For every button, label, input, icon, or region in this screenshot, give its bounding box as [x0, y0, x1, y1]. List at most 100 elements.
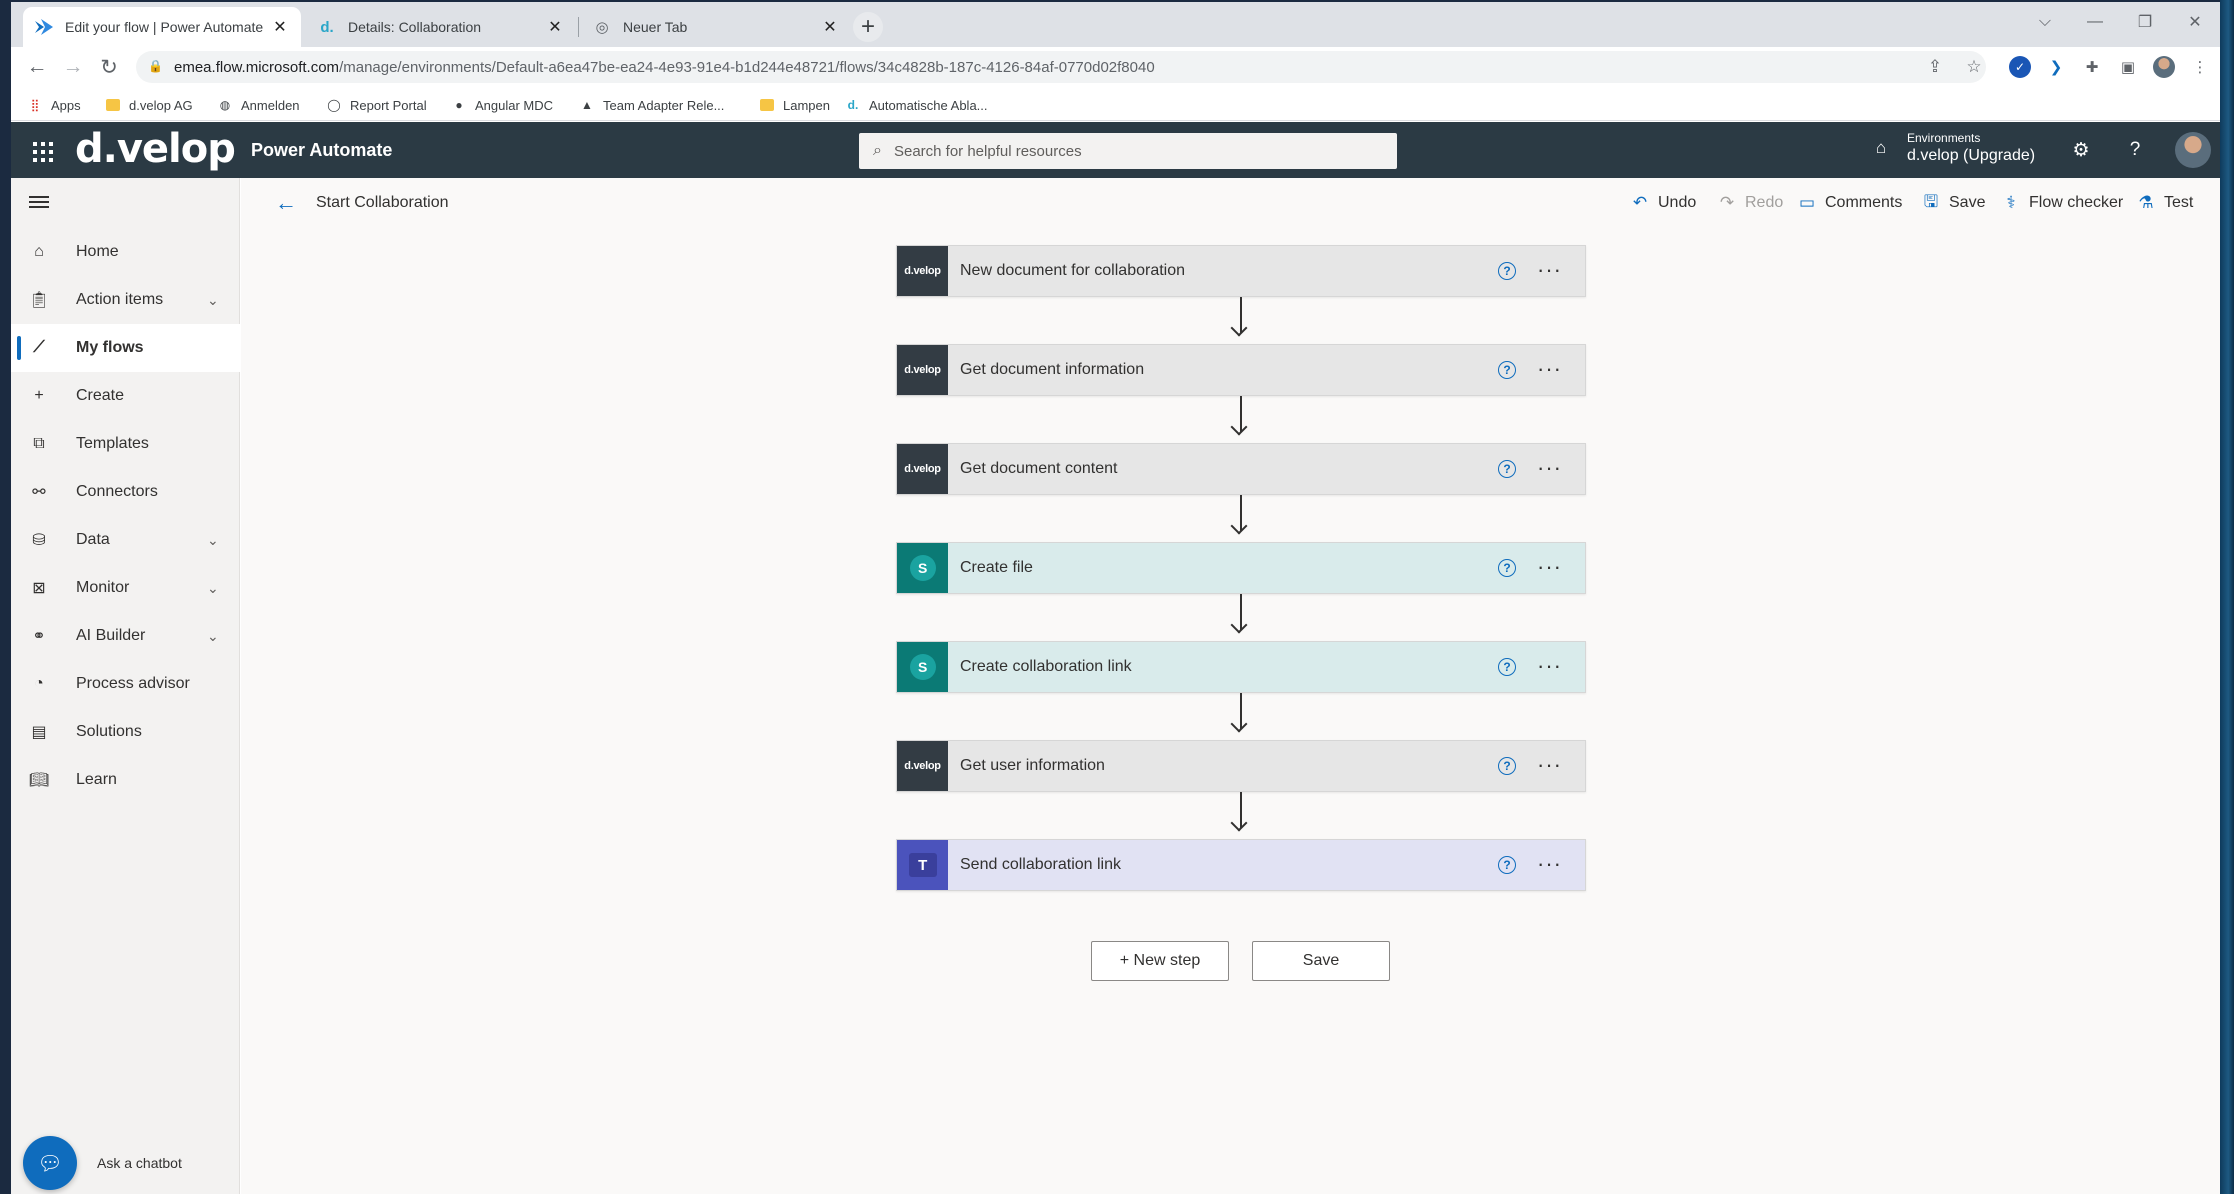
folder-icon [105, 97, 121, 113]
step-title: Send collaboration link [960, 856, 1121, 873]
restore-icon[interactable]: ❐ [2120, 2, 2170, 42]
flow-step-card[interactable]: d.velop Get document information ? ··· [896, 344, 1586, 396]
kebab-menu-icon[interactable]: ⋮ [2189, 56, 2211, 78]
test-button[interactable]: ⚗ Test [2136, 192, 2193, 214]
comments-button[interactable]: ▭ Comments [1797, 192, 1902, 214]
sidebar-icon[interactable]: ▣ [2117, 56, 2139, 78]
chevron-down-icon[interactable]: ⌄ [207, 580, 219, 597]
product-name[interactable]: Power Automate [251, 140, 392, 161]
star-icon[interactable]: ☆ [1961, 52, 1987, 82]
bookmark-angular-mdc[interactable]: ● Angular MDC [451, 94, 553, 116]
sidebar-item-ai-builder[interactable]: ⚭ AI Builder ⌄ [11, 612, 240, 660]
help-icon[interactable]: ? [1498, 658, 1516, 676]
tab-neuer-tab[interactable]: ◎ Neuer Tab ✕ [581, 7, 851, 47]
step-title: Get user information [960, 757, 1105, 774]
stethoscope-icon: ⚕ [2006, 193, 2016, 212]
sidebar-item-process-advisor[interactable]: ◔ Process advisor [11, 660, 240, 708]
tab-details-collaboration[interactable]: d. Details: Collaboration ✕ [306, 7, 576, 47]
minimize-icon[interactable]: — [2070, 2, 2120, 42]
avatar[interactable] [2175, 132, 2211, 168]
reload-icon[interactable]: ↻ [93, 51, 125, 83]
close-icon[interactable]: ✕ [546, 18, 564, 36]
sidebar-item-templates[interactable]: ⧉ Templates [11, 420, 240, 468]
more-options-icon[interactable]: ··· [1537, 851, 1562, 877]
more-options-icon[interactable]: ··· [1537, 554, 1562, 580]
help-icon[interactable]: ? [1498, 757, 1516, 775]
new-tab-button[interactable]: + [853, 12, 883, 42]
help-icon[interactable]: ? [1498, 460, 1516, 478]
check-extension-icon[interactable]: ✓ [2009, 56, 2031, 78]
help-icon[interactable]: ? [1498, 361, 1516, 379]
connector-arrow [1240, 396, 1242, 432]
back-arrow-icon[interactable]: ← [21, 51, 53, 83]
bookmark-label: Anmelden [241, 97, 300, 113]
more-options-icon[interactable]: ··· [1537, 653, 1562, 679]
flow-step-card[interactable]: d.velop New document for collaboration ?… [896, 245, 1586, 297]
chevron-down-icon[interactable]: ⌄ [207, 628, 219, 645]
help-icon[interactable]: ? [2119, 134, 2151, 166]
close-icon[interactable]: ✕ [821, 18, 839, 36]
profile-avatar[interactable] [2153, 56, 2175, 78]
chevron-down-icon[interactable]: ⌄ [207, 292, 219, 309]
window-close-icon[interactable]: ✕ [2170, 2, 2220, 42]
flow-checker-button[interactable]: ⚕ Flow checker [2001, 192, 2123, 214]
dvelop-logo-icon: d.velop [897, 246, 948, 296]
search-input[interactable]: ⌕ Search for helpful resources [859, 133, 1397, 169]
templates-icon: ⧉ [33, 435, 45, 452]
tab-edit-flow[interactable]: Edit your flow | Power Automate ✕ [23, 7, 301, 47]
bookmark-lampen[interactable]: Lampen [759, 94, 830, 116]
save-button[interactable]: Save [1252, 941, 1390, 981]
puzzle-icon[interactable]: ✚ [2081, 56, 2103, 78]
bookmark-apps[interactable]: ⣿ Apps [27, 94, 81, 116]
flow-step-card[interactable]: S Create file ? ··· [896, 542, 1586, 594]
chevron-down-icon[interactable]: ⌄ [207, 532, 219, 549]
sidebar-item-learn[interactable]: 📖︎ Learn [11, 756, 240, 804]
back-arrow-icon[interactable]: ← [275, 190, 297, 216]
tab-label: Neuer Tab [623, 19, 688, 35]
sidebar-item-monitor[interactable]: ⊠ Monitor ⌄ [11, 564, 240, 612]
flow-step-card[interactable]: d.velop Get document content ? ··· [896, 443, 1586, 495]
sidebar-item-action-items[interactable]: 📋︎ Action items ⌄ [11, 276, 240, 324]
bookmark-anmelden[interactable]: ◍ Anmelden [217, 94, 300, 116]
bookmark-label: d.velop AG [129, 97, 193, 113]
app-launcher-icon[interactable] [27, 136, 55, 164]
sidebar-item-home[interactable]: ⌂ Home [11, 228, 240, 276]
browser-window: Edit your flow | Power Automate ✕ d. Det… [11, 2, 2220, 1194]
sidebar-item-connectors[interactable]: ⚯ Connectors [11, 468, 240, 516]
close-icon[interactable]: ✕ [271, 18, 289, 36]
step-title: New document for collaboration [960, 262, 1186, 279]
flow-step-card[interactable]: T Send collaboration link ? ··· [896, 839, 1586, 891]
undo-button[interactable]: ↶ Undo [1630, 192, 1696, 214]
save-command-button[interactable]: 🖫︎ Save [1921, 192, 1986, 214]
brand-logo[interactable]: d.velop [75, 126, 236, 172]
more-options-icon[interactable]: ··· [1537, 455, 1562, 481]
bookmark-automatische-ablage[interactable]: d. Automatische Abla... [845, 94, 988, 116]
tab-search-icon[interactable]: ⌵ [2020, 2, 2070, 42]
gear-icon[interactable]: ⚙ [2065, 134, 2097, 166]
address-bar[interactable]: 🔒 emea.flow.microsoft.com/manage/environ… [136, 51, 1986, 83]
dvelop-d-icon: d. [320, 18, 334, 36]
sidebar-item-data[interactable]: ⛁ Data ⌄ [11, 516, 240, 564]
environment-picker[interactable]: d.velop (Upgrade) [1907, 147, 2035, 165]
flow-step-card[interactable]: S Create collaboration link ? ··· [896, 641, 1586, 693]
bookmark-dvelop-ag[interactable]: d.velop AG [105, 94, 193, 116]
sidebar-item-solutions[interactable]: ▤ Solutions [11, 708, 240, 756]
redo-button[interactable]: ↷ Redo [1717, 192, 1783, 214]
forward-arrow-icon[interactable]: → [57, 51, 89, 83]
bookmark-report-portal[interactable]: ◯ Report Portal [326, 94, 426, 116]
sidebar-item-my-flows[interactable]: ⟋ My flows [11, 324, 240, 372]
more-options-icon[interactable]: ··· [1537, 752, 1562, 778]
power-automate-extension-icon[interactable]: ❯ [2045, 56, 2067, 78]
new-step-button[interactable]: + New step [1091, 941, 1229, 981]
sidebar-item-create[interactable]: + Create [11, 372, 240, 420]
flow-step-card[interactable]: d.velop Get user information ? ··· [896, 740, 1586, 792]
bookmark-team-adapter[interactable]: ▲ Team Adapter Rele... [579, 94, 724, 116]
help-icon[interactable]: ? [1498, 856, 1516, 874]
chatbot-button[interactable]: 💬︎ [23, 1136, 77, 1190]
hamburger-icon[interactable] [27, 192, 51, 212]
help-icon[interactable]: ? [1498, 262, 1516, 280]
more-options-icon[interactable]: ··· [1537, 257, 1562, 283]
share-icon[interactable]: ⇪ [1922, 52, 1948, 82]
more-options-icon[interactable]: ··· [1537, 356, 1562, 382]
help-icon[interactable]: ? [1498, 559, 1516, 577]
